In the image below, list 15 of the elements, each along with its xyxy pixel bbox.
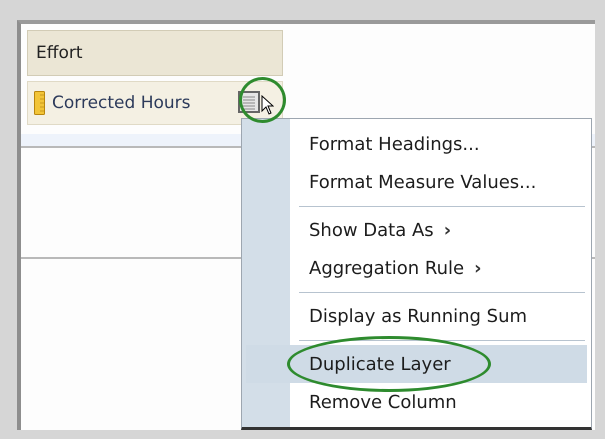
menu-item[interactable]: Aggregation Rule › (242, 249, 591, 287)
menu-item[interactable]: Duplicate Layer (246, 345, 587, 383)
menu-item[interactable]: Format Measure Values... (242, 163, 591, 201)
measure-label: Corrected Hours (52, 93, 191, 113)
menu-icon[interactable] (238, 91, 262, 115)
menu-item[interactable]: Display as Running Sum (242, 297, 591, 335)
submenu-arrow: › (474, 258, 482, 278)
submenu-arrow: › (444, 220, 452, 240)
menu-item[interactable]: Remove Column (242, 383, 591, 421)
menu-item[interactable]: Show Data As › (242, 211, 591, 249)
menu-item[interactable]: Format Headings... (242, 125, 591, 163)
ruler-icon (34, 91, 45, 115)
measure-pill[interactable]: Corrected Hours (27, 81, 283, 125)
pointer-icon (261, 95, 274, 115)
column-header-label: Effort (36, 43, 83, 63)
